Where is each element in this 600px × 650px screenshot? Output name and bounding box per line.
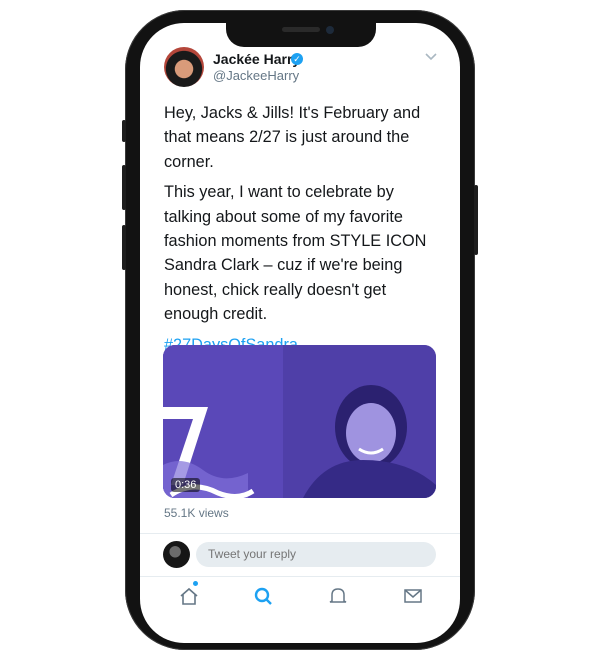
tweet-paragraph: This year, I want to celebrate by talkin… xyxy=(164,183,427,324)
speaker-grille xyxy=(282,27,320,32)
phone-screen: Jackée Harry ✓ @JackeeHarry Hey, Jacks &… xyxy=(140,23,460,643)
video-view-count: 55.1K views xyxy=(164,506,229,520)
divider xyxy=(140,533,460,534)
chevron-down-icon[interactable] xyxy=(424,49,438,63)
video-thumbnail[interactable]: 0:36 xyxy=(163,345,436,498)
verified-badge-icon: ✓ xyxy=(291,53,303,65)
bottom-tab-bar xyxy=(140,576,460,627)
phone-side-button xyxy=(122,120,126,142)
video-frame-graphic xyxy=(163,345,436,498)
bell-icon[interactable] xyxy=(327,585,349,607)
search-icon[interactable] xyxy=(252,585,274,607)
front-camera xyxy=(326,26,334,34)
mail-icon[interactable] xyxy=(402,585,424,607)
phone-power-button xyxy=(474,185,478,255)
tweet-body: Hey, Jacks & Jills! It's February and th… xyxy=(164,101,436,363)
phone-volume-down xyxy=(122,225,126,270)
phone-volume-up xyxy=(122,165,126,210)
tweet-paragraph: Hey, Jacks & Jills! It's February and th… xyxy=(164,104,421,171)
video-duration: 0:36 xyxy=(171,478,201,492)
author-handle[interactable]: @JackeeHarry xyxy=(213,68,299,83)
phone-notch xyxy=(226,23,376,47)
notification-dot xyxy=(193,581,198,586)
author-name[interactable]: Jackée Harry xyxy=(213,51,300,67)
reply-avatar xyxy=(163,541,190,568)
reply-input[interactable] xyxy=(196,542,436,567)
author-avatar[interactable] xyxy=(164,47,204,87)
home-icon[interactable] xyxy=(178,585,200,607)
